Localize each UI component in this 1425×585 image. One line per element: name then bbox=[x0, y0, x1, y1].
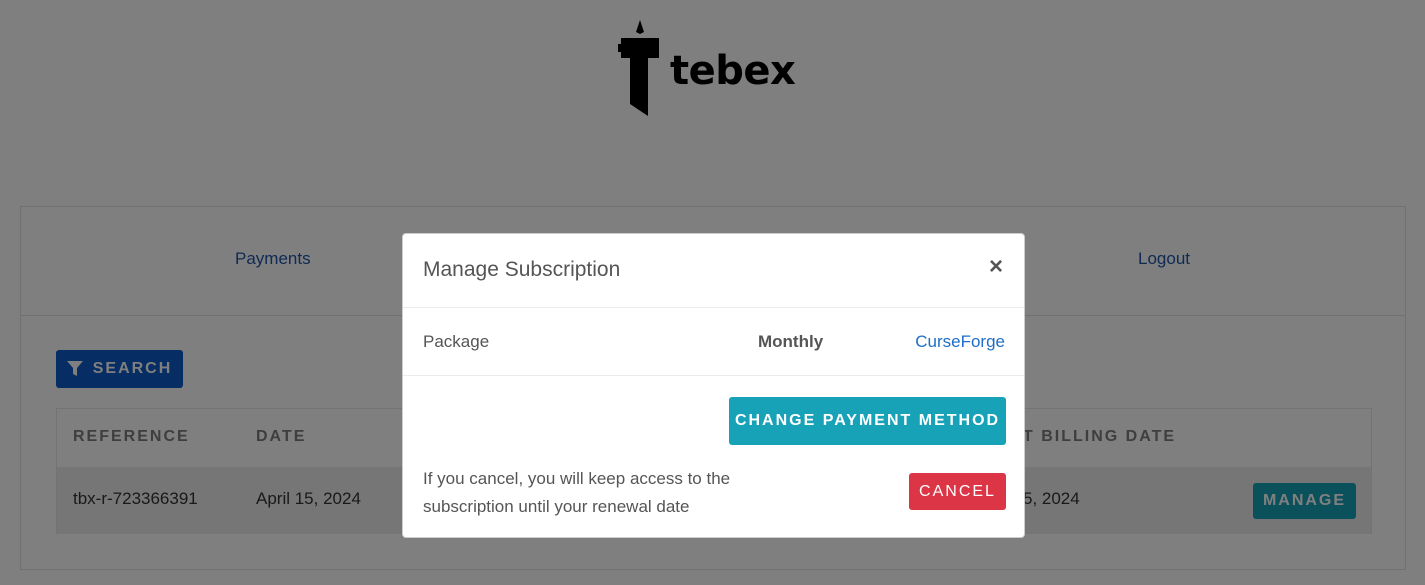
close-icon[interactable]: × bbox=[989, 254, 1003, 280]
cancel-subscription-button[interactable]: CANCEL bbox=[909, 473, 1006, 510]
modal-header: Manage Subscription × bbox=[403, 234, 1024, 308]
package-period: Monthly bbox=[758, 332, 824, 351]
cancel-note: If you cancel, you will keep access to t… bbox=[423, 469, 731, 516]
package-link[interactable]: CurseForge bbox=[915, 332, 1005, 352]
package-row: Package Monthly CurseForge bbox=[403, 308, 1024, 376]
manage-subscription-modal: Manage Subscription × Package Monthly Cu… bbox=[402, 233, 1025, 538]
modal-title: Manage Subscription bbox=[423, 258, 621, 281]
package-label: Package bbox=[423, 332, 490, 351]
change-payment-method-button[interactable]: CHANGE PAYMENT METHOD bbox=[729, 397, 1006, 445]
